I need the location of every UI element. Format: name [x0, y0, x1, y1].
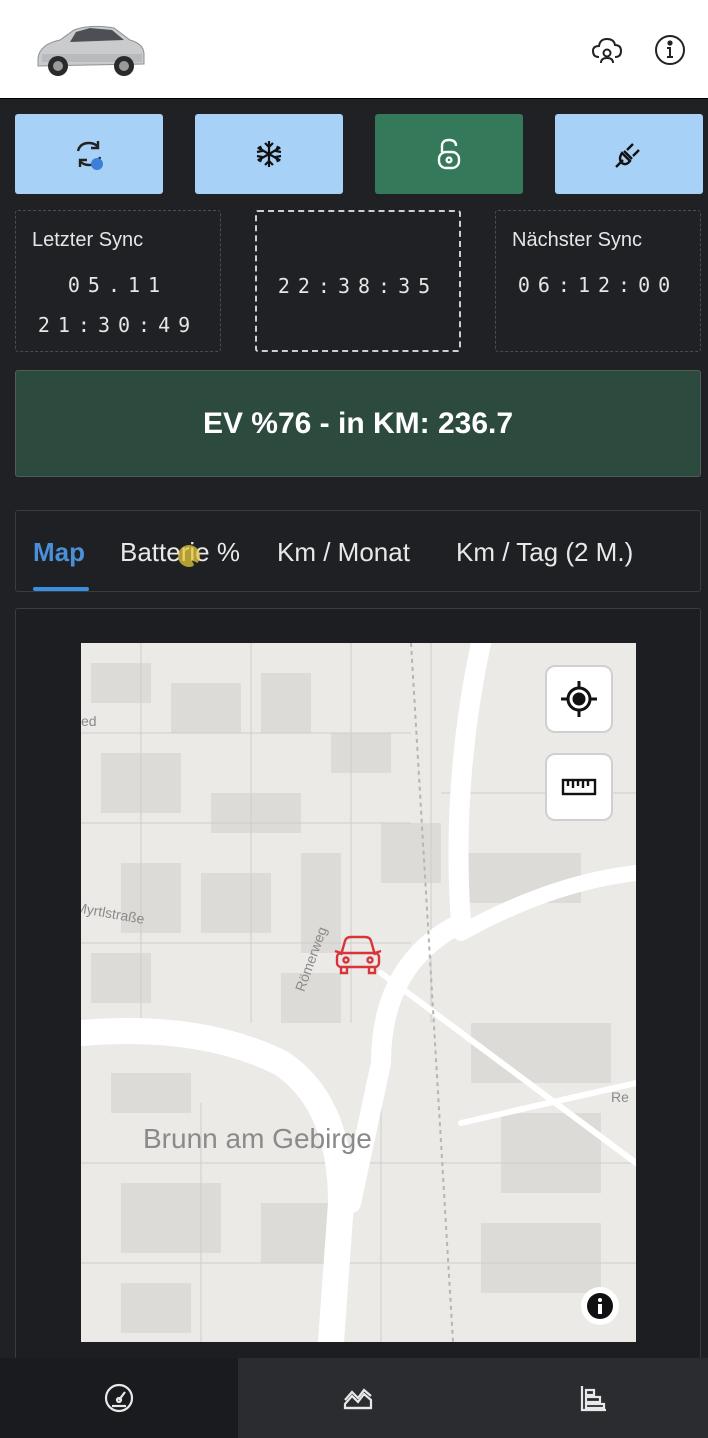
last-sync-time: 21:30:49	[37, 313, 199, 337]
snowflake-icon	[256, 141, 282, 167]
current-time-box: 22:38:35	[255, 210, 461, 352]
car-marker-icon[interactable]	[333, 931, 383, 977]
crosshair-icon	[561, 681, 597, 717]
map-tiles	[81, 643, 636, 1342]
nav-stats[interactable]	[478, 1358, 708, 1438]
last-sync-date: 05.11	[67, 273, 169, 297]
nav-charts[interactable]	[238, 1358, 478, 1438]
map-attribution-button[interactable]	[581, 1287, 619, 1325]
last-sync-box: Letzter Sync 05.11 21:30:49	[15, 210, 221, 352]
cursor-arrow-icon: ➤	[190, 556, 202, 572]
tab-map[interactable]: Map	[33, 537, 85, 568]
next-sync-time: 06:12:00	[517, 273, 679, 297]
next-sync-label: Nächster Sync	[512, 229, 643, 251]
sync-icon	[76, 141, 103, 170]
ruler-icon	[561, 778, 597, 796]
bar-chart-icon	[580, 1386, 606, 1412]
charge-button[interactable]	[555, 114, 703, 194]
lock-button[interactable]	[375, 114, 523, 194]
cloud-user-icon[interactable]	[589, 32, 625, 68]
area-chart-icon	[343, 1388, 373, 1410]
sync-button[interactable]	[15, 114, 163, 194]
active-tab-indicator	[33, 587, 89, 591]
car-photo	[30, 18, 150, 82]
measure-button[interactable]	[545, 753, 613, 821]
nav-dashboard[interactable]	[0, 1358, 238, 1438]
climate-button[interactable]	[195, 114, 343, 194]
street-label: ed	[81, 713, 97, 729]
tab-km-month[interactable]: Km / Monat	[277, 537, 410, 568]
next-sync-box: Nächster Sync 06:12:00	[495, 210, 701, 352]
plug-icon	[615, 143, 640, 168]
info-icon	[587, 1293, 613, 1319]
info-icon[interactable]	[652, 32, 688, 68]
unlock-icon	[437, 138, 461, 170]
current-time: 22:38:35	[277, 274, 439, 298]
bottom-navigation	[0, 1358, 708, 1438]
speedometer-icon	[104, 1383, 134, 1413]
place-label: Brunn am Gebirge	[143, 1123, 372, 1154]
locate-button[interactable]	[545, 665, 613, 733]
app-header	[0, 0, 708, 99]
map-view[interactable]: Myrtlstraße Römerweg ed Re Brunn am Gebi…	[81, 643, 636, 1342]
last-sync-label: Letzter Sync	[32, 229, 144, 251]
tab-bar: Map Batterie % Km / Monat Km / Tag (2 M.…	[15, 510, 701, 592]
street-label: Re	[611, 1089, 629, 1105]
ev-status-banner: EV %76 - in KM: 236.7	[15, 370, 701, 477]
tab-km-day[interactable]: Km / Tag (2 M.)	[456, 537, 633, 568]
